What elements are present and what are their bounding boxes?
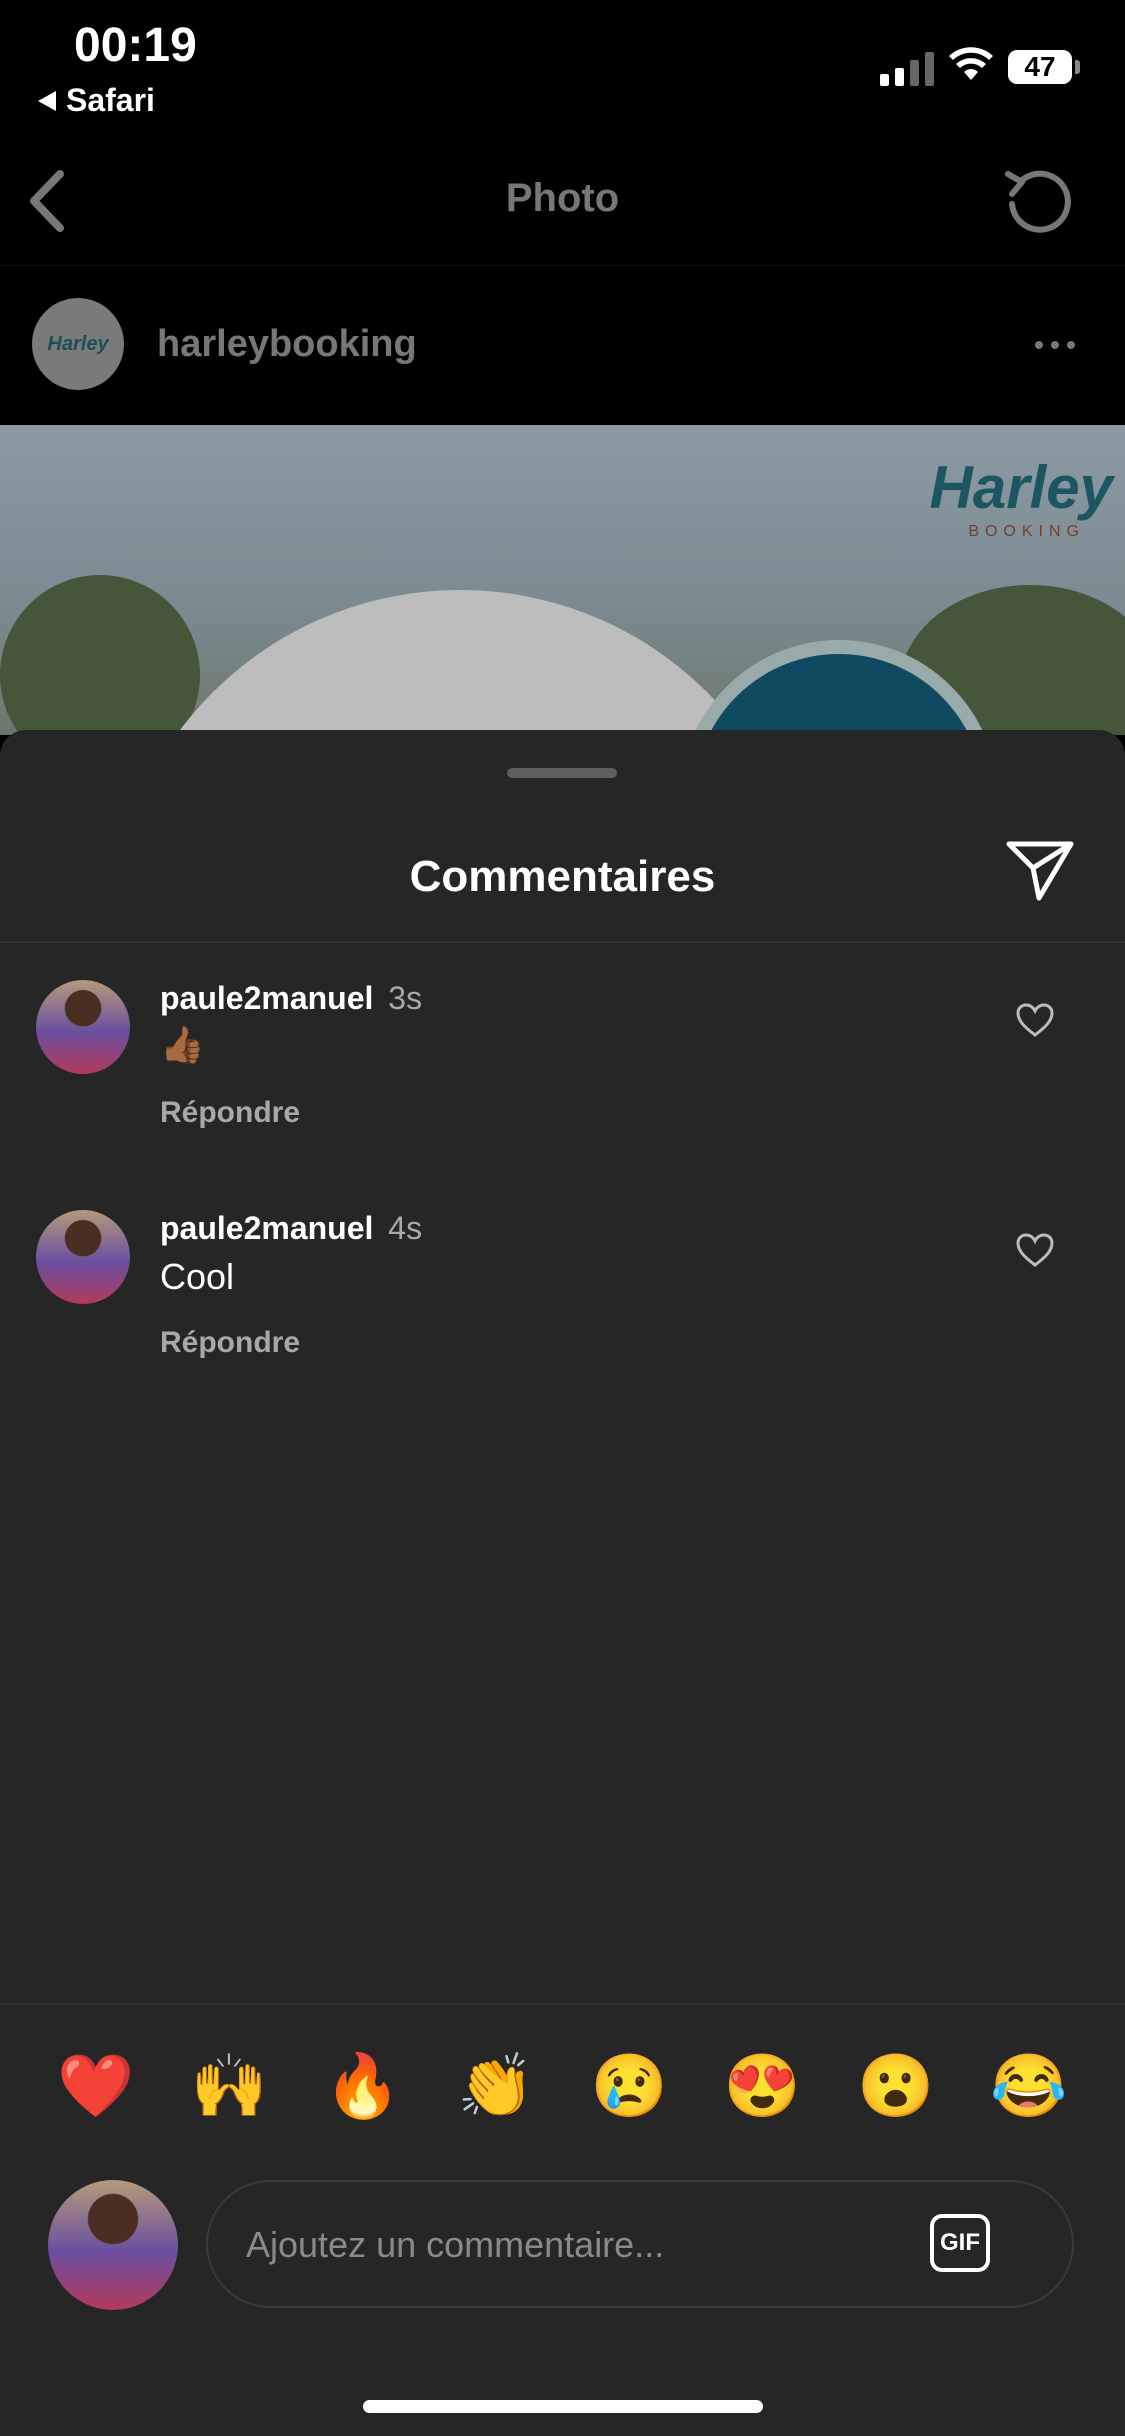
post-avatar[interactable]: Harley: [32, 298, 124, 390]
status-bar: 00:19 Safari 47: [0, 0, 1125, 130]
comment-text: Cool: [160, 1256, 235, 1297]
clock: 00:19: [74, 19, 197, 72]
comment-avatar[interactable]: [36, 980, 130, 1074]
comment-item: paule2manuel 3s 👍🏾 Répondre: [0, 980, 1125, 1180]
post-header: Harley harleybooking: [0, 265, 1125, 425]
photo-tree-left: [0, 575, 200, 735]
comment-item: paule2manuel 4s Cool Répondre: [0, 1210, 1125, 1410]
emoji-laugh-button[interactable]: 😂: [989, 2050, 1069, 2123]
emoji-wow-button[interactable]: 😮: [856, 2050, 936, 2123]
header-divider: [0, 941, 1125, 943]
refresh-icon[interactable]: [1000, 160, 1080, 240]
back-app-label: Safari: [66, 82, 155, 118]
more-options-icon[interactable]: [1035, 341, 1075, 349]
page-title: Photo: [505, 176, 620, 220]
top-navigation: Photo: [0, 130, 1125, 266]
back-to-safari-button[interactable]: Safari: [38, 82, 155, 119]
post-username[interactable]: harleybooking: [157, 323, 417, 366]
emoji-fire-button[interactable]: 🔥: [323, 2050, 403, 2123]
brand-logo-subtext: BOOKING: [968, 523, 1085, 540]
home-indicator[interactable]: [363, 2400, 763, 2413]
sheet-title: Commentaires: [409, 852, 716, 901]
quick-emoji-bar: ❤️ 🙌 🔥 👏 😢 😍 😮 😂: [0, 2050, 1125, 2123]
brand-logo-text: Harley: [929, 454, 1113, 521]
emoji-clap-button[interactable]: 👏: [456, 2050, 536, 2123]
gif-button[interactable]: GIF: [930, 2214, 990, 2272]
reply-button[interactable]: Répondre: [160, 1326, 300, 1360]
comment-time: 3s: [388, 980, 423, 1016]
emoji-raised-hands-button[interactable]: 🙌: [189, 2050, 269, 2123]
emoji-bar-divider: [0, 2003, 1125, 2005]
comment-username[interactable]: paule2manuel: [160, 1210, 373, 1246]
comment-username[interactable]: paule2manuel: [160, 980, 373, 1016]
battery-icon: 47: [1008, 50, 1072, 84]
comments-sheet: Commentaires paule2manuel 3s 👍🏾 Répondre…: [0, 730, 1125, 2436]
share-send-icon[interactable]: [1005, 838, 1075, 902]
emoji-heart-eyes-button[interactable]: 😍: [722, 2050, 802, 2123]
comment-avatar[interactable]: [36, 1210, 130, 1304]
comment-meta: paule2manuel 4s: [160, 1210, 422, 1247]
back-triangle-icon: [38, 90, 56, 111]
emoji-sad-button[interactable]: 😢: [589, 2050, 669, 2123]
battery-tip: [1075, 60, 1080, 74]
heart-icon[interactable]: [1015, 1002, 1055, 1038]
comment-time: 4s: [388, 1210, 423, 1246]
heart-icon[interactable]: [1015, 1232, 1055, 1268]
cellular-signal-icon: [880, 52, 934, 86]
comment-meta: paule2manuel 3s: [160, 980, 422, 1017]
reply-button[interactable]: Répondre: [160, 1096, 300, 1130]
comment-composer: GIF: [206, 2180, 1074, 2308]
post-photo: Harley BOOKING: [0, 425, 1125, 735]
comment-text: 👍🏾: [160, 1024, 205, 1065]
wifi-icon: [949, 47, 993, 80]
composer-avatar: [48, 2180, 178, 2310]
comment-input[interactable]: [244, 2212, 898, 2278]
sheet-grabber[interactable]: [507, 768, 617, 778]
emoji-heart-button[interactable]: ❤️: [56, 2050, 136, 2123]
